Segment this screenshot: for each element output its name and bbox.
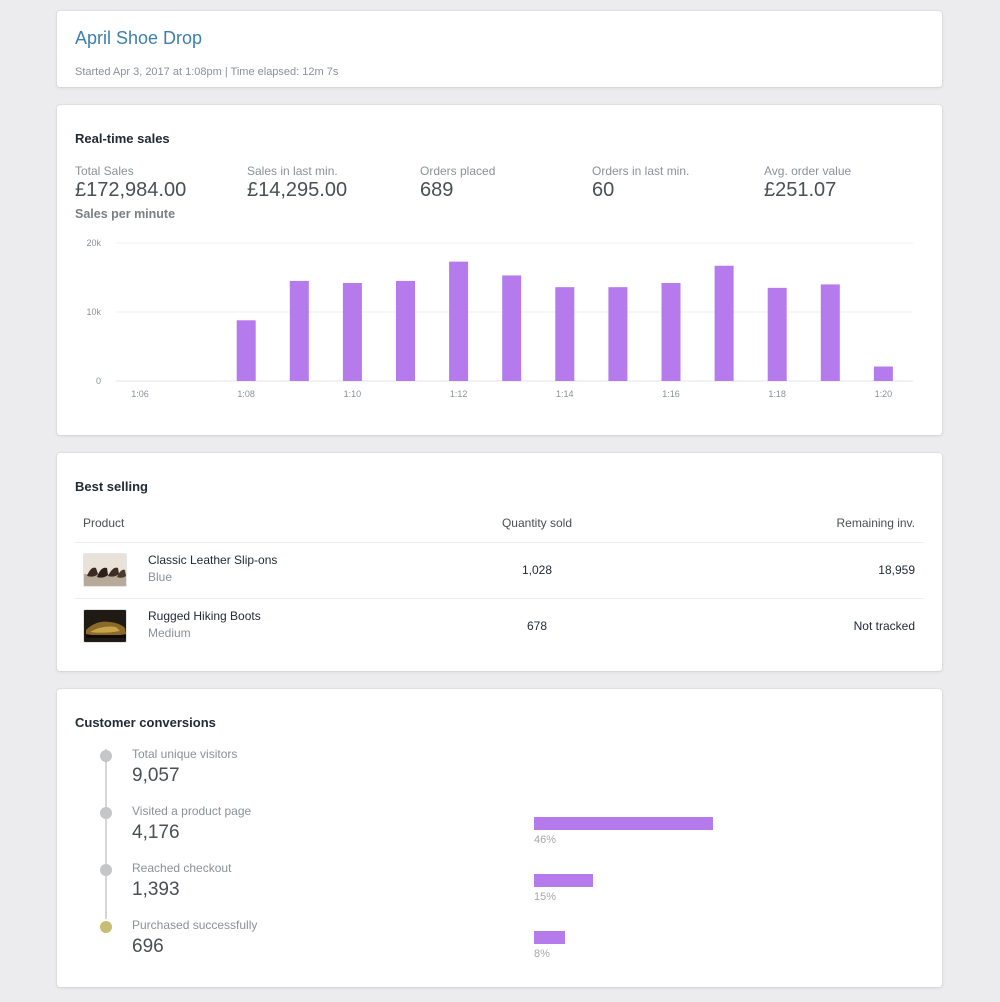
event-title-link[interactable]: April Shoe Drop [75,28,202,49]
chart-y-tick-label: 10k [86,307,101,317]
chart-bar [714,265,734,381]
step-value: 696 [132,936,164,957]
boots-photo-icon [84,610,126,642]
conversion-percent: 15% [534,891,557,903]
chart-x-tick-label: 1:06 [131,389,149,399]
step-label: Total unique visitors [132,747,238,761]
chart-bar [449,261,469,381]
event-meta: Started Apr 3, 2017 at 1:08pm | Time ela… [75,66,339,78]
sales-per-minute-chart: 0 10k 20k 1:06 1:08 1:10 1:12 1:14 1:16 1:18 1:20 [86,238,913,399]
chart-bar [342,283,362,381]
product-variant: Blue [148,570,173,584]
chart-bar [767,287,787,381]
chart-bar [289,280,309,381]
step-value: 1,393 [132,879,180,900]
timeline-dot [100,750,112,762]
conversion-bar [534,817,713,830]
product-name: Rugged Hiking Boots [148,609,261,623]
column-header-product: Product [83,516,125,530]
chart-bar [502,275,522,381]
best-selling-heading: Best selling [75,479,148,494]
table-row[interactable]: Classic Leather Slip-ons Blue 1,028 18,9… [57,543,942,599]
chart-x-tick-label: 1:08 [237,389,255,399]
funnel-step-checkout: Reached checkout 1,393 15% [57,858,942,915]
conversion-percent: 46% [534,834,557,846]
funnel-step-visitors: Total unique visitors 9,057 [57,744,942,801]
timeline-dot [100,864,112,876]
product-thumbnail [83,609,127,643]
chart-x-tick-label: 1:16 [662,389,680,399]
chart-bar [873,366,893,381]
chart-bar [396,280,415,381]
column-header-inventory: Remaining inv. [836,516,915,530]
remaining-inventory: 18,959 [878,563,915,577]
chart-y-tick-label: 0 [96,376,101,386]
step-value: 9,057 [132,765,180,786]
step-label: Reached checkout [132,861,232,875]
quantity-sold: 678 [526,619,548,633]
chart-x-tick-label: 1:14 [556,389,574,399]
product-thumbnail [83,553,127,587]
chart-bar [820,284,840,381]
chart-bar [661,283,681,381]
chart-bar [608,287,628,381]
event-header-card: April Shoe Drop Started Apr 3, 2017 at 1… [57,11,942,87]
product-variant: Medium [148,626,191,640]
conversion-bar [534,931,565,944]
customer-conversions-heading: Customer conversions [75,715,216,730]
customer-conversions-card: Customer conversions Total unique visito… [57,689,942,987]
conversion-percent: 8% [534,948,550,960]
chart-x-tick-label: 1:18 [768,389,786,399]
best-selling-card: Best selling Product Quantity sold Remai… [57,453,942,671]
step-value: 4,176 [132,822,180,843]
table-row[interactable]: Rugged Hiking Boots Medium 678 Not track… [57,599,942,655]
chart-x-tick-label: 1:10 [344,389,362,399]
chart-bar [236,320,256,381]
chart-y-tick-label: 20k [86,238,101,248]
timeline-dot [100,807,112,819]
chart-bar [555,287,575,381]
funnel-step-product-page: Visited a product page 4,176 46% [57,801,942,858]
step-label: Purchased successfully [132,918,258,932]
realtime-sales-card: Real-time sales Total Sales £172,984.00 … [57,105,942,435]
product-name: Classic Leather Slip-ons [148,553,278,567]
funnel-step-purchased: Purchased successfully 696 8% [57,915,942,972]
chart-x-tick-label: 1:12 [450,389,468,399]
step-label: Visited a product page [132,804,252,818]
shoes-photo-icon [84,554,126,586]
quantity-sold: 1,028 [521,563,553,577]
conversion-bar [534,874,593,887]
remaining-inventory: Not tracked [853,619,915,633]
chart-x-tick-label: 1:20 [875,389,893,399]
timeline-dot [100,921,112,933]
column-header-quantity: Quantity sold [501,516,573,530]
